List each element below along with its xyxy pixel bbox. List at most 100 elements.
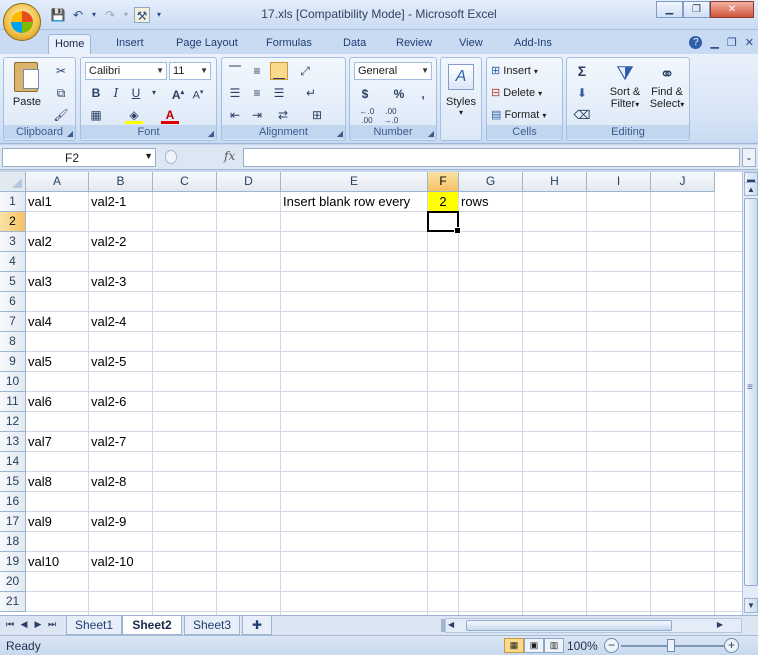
decrease-indent-icon[interactable]: ⇤ — [226, 106, 244, 124]
sheet-tab-sheet2[interactable]: Sheet2 — [122, 616, 182, 635]
tab-formulas[interactable]: Formulas — [260, 34, 318, 54]
row-header-16[interactable]: 16 — [0, 492, 26, 512]
alignment-dialog-launcher-icon[interactable]: ◢ — [337, 129, 343, 138]
cell-a15[interactable]: val8 — [26, 472, 52, 492]
cell-a9[interactable]: val5 — [26, 352, 52, 372]
percent-button[interactable]: % — [390, 85, 408, 103]
cell-b1[interactable]: val2-1 — [89, 192, 126, 212]
column-header-a[interactable]: A — [26, 172, 89, 192]
increase-indent-icon[interactable]: ⇥ — [248, 106, 266, 124]
sheet-tab-sheet1[interactable]: Sheet1 — [66, 616, 122, 635]
cell-a3[interactable]: val2 — [26, 232, 52, 252]
zoom-in-icon[interactable]: + — [724, 638, 739, 653]
cell-b7[interactable]: val2-4 — [89, 312, 126, 332]
sheet-tab-sheet3[interactable]: Sheet3 — [184, 616, 240, 635]
scroll-left-icon[interactable]: ◀ — [448, 620, 454, 629]
shrink-font-icon[interactable]: A▾ — [189, 84, 207, 102]
close-button[interactable]: ✕ — [710, 1, 754, 18]
row-header-14[interactable]: 14 — [0, 452, 26, 472]
zoom-slider-thumb[interactable] — [667, 639, 675, 652]
cell-a17[interactable]: val9 — [26, 512, 52, 532]
fill-icon[interactable]: ⬇ — [573, 84, 591, 102]
minimize-button[interactable]: ▁ — [656, 1, 683, 18]
delete-cells-button[interactable]: ⊟ Delete ▾ — [491, 86, 542, 99]
middle-align-icon[interactable]: ≡ — [248, 62, 266, 80]
first-sheet-icon[interactable]: ⏮ — [4, 619, 16, 630]
row-header-12[interactable]: 12 — [0, 412, 26, 432]
align-right-icon[interactable]: ☰ — [270, 84, 288, 102]
insert-sheet-icon[interactable]: ✚ — [242, 616, 272, 635]
orientation-icon[interactable]: ⤢ — [296, 62, 314, 80]
cell-a7[interactable]: val4 — [26, 312, 52, 332]
font-dialog-launcher-icon[interactable]: ◢ — [208, 129, 214, 138]
cell-e1[interactable]: Insert blank row every — [281, 192, 410, 212]
underline-icon[interactable]: U — [127, 84, 145, 102]
active-cell-selection[interactable] — [427, 211, 461, 234]
page-break-view-icon[interactable]: ▥ — [544, 638, 564, 653]
italic-icon[interactable]: I — [107, 84, 125, 102]
insert-cells-button[interactable]: ⊞ Insert ▾ — [491, 64, 538, 77]
page-layout-view-icon[interactable]: ▣ — [524, 638, 544, 653]
row-header-15[interactable]: 15 — [0, 472, 26, 492]
tab-review[interactable]: Review — [390, 34, 438, 54]
cell-b17[interactable]: val2-9 — [89, 512, 126, 532]
font-color-icon[interactable]: A — [161, 106, 179, 124]
row-header-4[interactable]: 4 — [0, 252, 26, 272]
cut-icon[interactable]: ✂ — [52, 62, 70, 80]
worksheet-grid[interactable]: A B C D E F G H I J 1 2 3 4 5 6 7 8 9 10 11 12 13 14 15 16 17 18 19 2… — [0, 172, 742, 615]
cell-a19[interactable]: val10 — [26, 552, 59, 572]
sort-filter-button[interactable]: ⧩ Sort & Filter▾ — [605, 62, 645, 110]
cell-b5[interactable]: val2-3 — [89, 272, 126, 292]
cell-a1[interactable]: val1 — [26, 192, 52, 212]
scroll-down-icon[interactable]: ▼ — [744, 598, 758, 613]
row-header-3[interactable]: 3 — [0, 232, 26, 252]
name-box[interactable]: F2 ▼ — [2, 148, 156, 167]
font-size-select[interactable]: 11 ▼ — [169, 62, 211, 80]
text-direction-icon[interactable]: ⇄ — [274, 106, 292, 124]
row-header-1[interactable]: 1 — [0, 192, 26, 212]
tab-add-ins[interactable]: Add-Ins — [508, 34, 558, 54]
tab-home[interactable]: Home — [48, 34, 92, 54]
number-format-select[interactable]: General ▼ — [354, 62, 432, 80]
comma-button[interactable]: , — [414, 85, 432, 103]
row-header-9[interactable]: 9 — [0, 352, 26, 372]
column-header-h[interactable]: H — [523, 172, 587, 192]
row-header-18[interactable]: 18 — [0, 532, 26, 552]
tab-page-layout[interactable]: Page Layout — [170, 34, 244, 54]
next-sheet-icon[interactable]: ▶ — [32, 619, 44, 630]
font-family-select[interactable]: Calibri ▼ — [85, 62, 167, 80]
vertical-scrollbar[interactable]: ▬ ▲ ▼ — [742, 172, 758, 615]
autosum-button[interactable]: Σ — [573, 62, 591, 80]
row-header-17[interactable]: 17 — [0, 512, 26, 532]
column-header-c[interactable]: C — [153, 172, 217, 192]
column-header-e[interactable]: E — [281, 172, 428, 192]
row-header-20[interactable]: 20 — [0, 572, 26, 592]
select-all-corner[interactable] — [0, 172, 26, 192]
prev-sheet-icon[interactable]: ◀ — [18, 619, 30, 630]
normal-view-icon[interactable]: ▦ — [504, 638, 524, 653]
row-header-2[interactable]: 2 — [0, 212, 26, 232]
borders-icon[interactable]: ▦ — [87, 106, 105, 124]
row-header-6[interactable]: 6 — [0, 292, 26, 312]
column-header-i[interactable]: I — [587, 172, 651, 192]
restore-button[interactable]: ❐ — [683, 1, 710, 18]
row-header-11[interactable]: 11 — [0, 392, 26, 412]
formula-input[interactable] — [243, 148, 740, 167]
row-header-21[interactable]: 21 — [0, 592, 26, 612]
cell-a5[interactable]: val3 — [26, 272, 52, 292]
vertical-scroll-thumb[interactable] — [744, 198, 758, 586]
paste-button[interactable]: Paste — [10, 62, 44, 122]
row-header-8[interactable]: 8 — [0, 332, 26, 352]
cell-f1[interactable]: 2 — [428, 192, 458, 211]
tab-view[interactable]: View — [453, 34, 489, 54]
cell-b3[interactable]: val2-2 — [89, 232, 126, 252]
horizontal-scrollbar[interactable]: ◀ ▶ — [445, 618, 742, 633]
increase-decimal-icon[interactable]: ←.0.00 — [356, 107, 378, 125]
office-button[interactable] — [3, 3, 41, 41]
fill-color-icon[interactable]: ◈ — [125, 106, 143, 124]
row-header-19[interactable]: 19 — [0, 552, 26, 572]
align-left-icon[interactable]: ☰ — [226, 84, 244, 102]
bold-icon[interactable]: B — [87, 84, 105, 102]
styles-button[interactable]: A Styles ▾ — [443, 62, 479, 128]
insert-function-button[interactable]: fx — [224, 149, 235, 163]
